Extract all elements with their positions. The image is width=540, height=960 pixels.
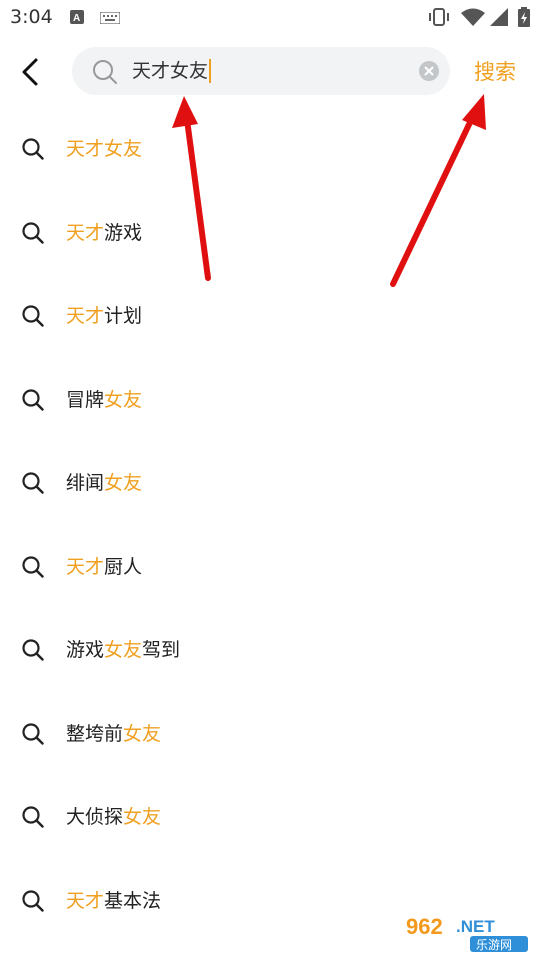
watermark-number: 962 [406, 914, 443, 939]
search-query-value: 天才女友 [132, 60, 209, 82]
suggestion-item[interactable]: 大侦探女友 [0, 776, 540, 860]
suggestion-label: 天才计划 [66, 303, 142, 329]
suggestion-label: 天才游戏 [66, 220, 142, 246]
suggestion-label: 游戏女友驾到 [66, 637, 180, 663]
svg-text:A: A [73, 13, 80, 24]
watermark-logo: 962 .NET 乐游网 [400, 910, 532, 954]
search-icon [22, 138, 44, 160]
suggestion-text: 基本法 [104, 889, 162, 912]
suggestion-text: 计划 [104, 305, 143, 327]
highlighted-text: 天才 [66, 555, 105, 578]
suggestion-label: 天才厨人 [66, 554, 142, 580]
suggestion-label: 天才基本法 [66, 888, 161, 914]
keyboard-icon [100, 12, 120, 24]
highlighted-text: 天才女友 [66, 138, 143, 160]
highlighted-text: 天才 [66, 889, 105, 912]
suggestion-item[interactable]: 天才女友 [0, 108, 540, 192]
suggestion-label: 大侦探女友 [66, 804, 161, 830]
highlighted-text: 女友 [104, 639, 143, 661]
highlighted-text: 女友 [123, 722, 162, 745]
search-icon [22, 221, 44, 244]
suggestion-text: 厨人 [104, 555, 143, 578]
suggestion-text: 冒牌 [66, 388, 105, 411]
search-icon [22, 388, 44, 411]
suggestion-text: 游戏 [104, 221, 143, 244]
suggestion-item[interactable]: 天才计划 [0, 275, 540, 359]
search-icon [22, 639, 44, 661]
suggestion-text: 驾到 [142, 639, 181, 661]
search-icon [22, 722, 44, 745]
suggestion-text: 绯闻 [66, 472, 105, 494]
watermark-sub: 乐游网 [476, 938, 512, 952]
highlighted-text: 女友 [104, 388, 143, 411]
font-a-icon: A [70, 10, 84, 24]
signal-icon [490, 8, 508, 26]
suggestion-label: 冒牌女友 [66, 387, 142, 413]
suggestion-list: 天才女友 天才游戏 天才计划 冒牌女友 绯闻女友 天才厨人 游戏女友驾到 整垮前女友 大侦探女友… [0, 108, 540, 943]
wifi-icon [461, 8, 485, 26]
search-button[interactable]: 搜索 [474, 58, 516, 86]
suggestion-text: 大侦探 [66, 806, 124, 828]
highlighted-text: 天才 [66, 221, 105, 244]
watermark-suffix: .NET [456, 917, 495, 936]
back-arrow-icon[interactable] [14, 54, 50, 90]
suggestion-text: 整垮前 [66, 722, 124, 745]
highlighted-text: 女友 [123, 806, 162, 828]
suggestion-item[interactable]: 天才厨人 [0, 526, 540, 610]
status-time: 3:04 [10, 6, 53, 28]
search-icon [93, 60, 117, 84]
suggestion-label: 整垮前女友 [66, 721, 161, 747]
suggestion-label: 天才女友 [66, 136, 142, 162]
clear-icon[interactable] [418, 60, 440, 82]
suggestion-item[interactable]: 天才游戏 [0, 192, 540, 276]
search-input[interactable]: 天才女友 [72, 47, 450, 95]
search-icon [22, 305, 44, 327]
highlighted-text: 女友 [104, 472, 143, 494]
search-icon [22, 889, 44, 912]
search-icon [22, 806, 44, 828]
suggestion-item[interactable]: 游戏女友驾到 [0, 609, 540, 693]
suggestion-item[interactable]: 冒牌女友 [0, 359, 540, 443]
search-toolbar: 天才女友 搜索 [0, 44, 540, 104]
vibrate-icon [429, 8, 449, 26]
highlighted-text: 天才 [66, 305, 105, 327]
suggestion-item[interactable]: 绯闻女友 [0, 442, 540, 526]
search-icon [22, 472, 44, 494]
suggestion-label: 绯闻女友 [66, 470, 142, 496]
text-caret [209, 59, 212, 83]
suggestion-text: 游戏 [66, 639, 105, 661]
search-query-text[interactable]: 天才女友 [132, 59, 212, 83]
search-icon [22, 555, 44, 578]
status-bar: 3:04 A [0, 0, 540, 36]
suggestion-item[interactable]: 整垮前女友 [0, 693, 540, 777]
battery-icon [518, 7, 530, 27]
